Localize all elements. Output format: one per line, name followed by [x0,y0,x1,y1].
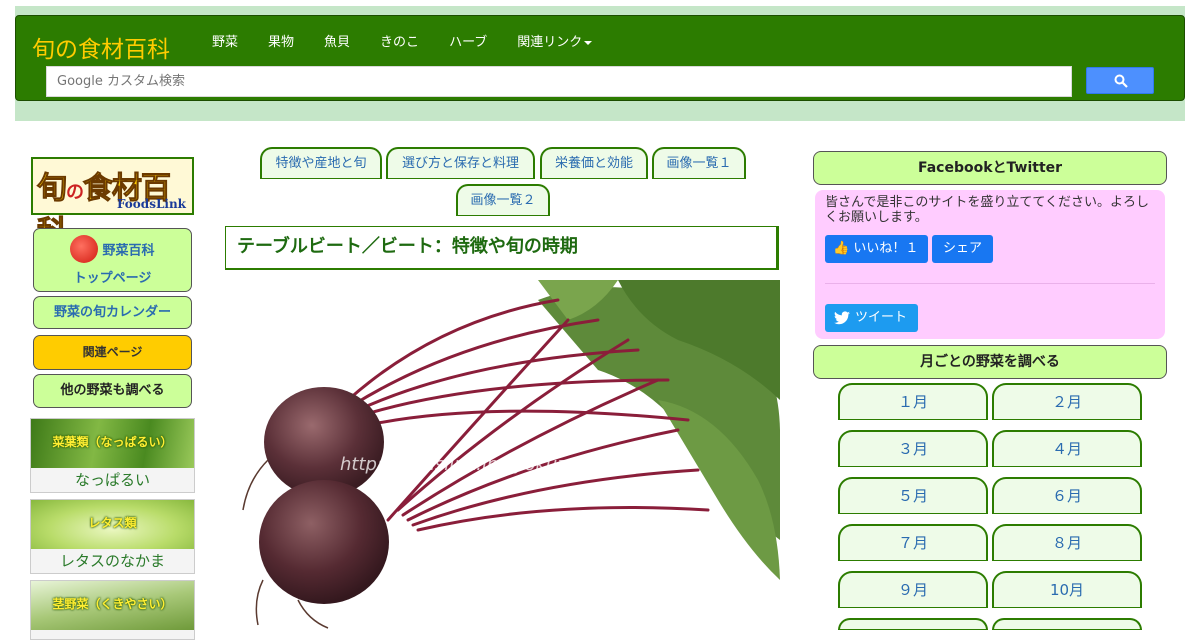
tab-features[interactable]: 特徴や産地と旬 [260,147,382,179]
logo-sub: FoodsLink [116,197,186,211]
month-button-8[interactable]: ８月 [992,524,1142,561]
tab-selection-storage[interactable]: 選び方と保存と料理 [386,147,535,179]
category-tag: 茎野菜（くきやさい） [52,597,173,611]
month-button-6[interactable]: ６月 [992,477,1142,514]
vegetable-top-button[interactable]: 野菜百科 トップページ [33,228,192,292]
month-button-1[interactable]: １月 [838,383,988,420]
category-caption: レタスのなかま [59,552,165,570]
search-icon [1114,74,1128,88]
menu-item-seafood[interactable]: 魚貝 [324,32,350,54]
category-image: レタス類 [31,500,194,549]
beet-photo: http://foodslink.jp/syokuzaihyakka/ [238,280,780,630]
related-pages-button[interactable]: 関連ページ [33,335,192,370]
home-line2: トップページ [73,271,152,286]
page-title: テーブルビート／ビート：特徴や旬の時期 [225,226,779,270]
calendar-button[interactable]: 野菜の旬カレンダー [33,296,192,329]
menu-item-mushrooms[interactable]: きのこ [380,32,419,54]
related-links-label: 関連リンク [517,35,583,50]
category-caption: なっぱるい [74,471,150,489]
divider [825,283,1155,284]
category-stem[interactable]: 茎野菜（くきやさい） [30,580,195,640]
menu-item-vegetables[interactable]: 野菜 [212,32,238,54]
month-button-11[interactable] [838,618,988,630]
like-label: いいね！１ [853,241,919,256]
month-button-2[interactable]: ２月 [992,383,1142,420]
social-box: 皆さんで是非このサイトを盛り立ててください。よろしくお願いします。 👍 いいね！… [815,190,1165,339]
category-tag: レタス類 [88,516,137,530]
month-button-3[interactable]: ３月 [838,430,988,467]
menu-item-related-links[interactable]: 関連リンク [517,32,593,54]
search-button[interactable] [1086,67,1154,94]
search-input[interactable] [47,67,1071,96]
social-header: FacebookとTwitter [813,151,1167,185]
category-leafy[interactable]: 菜葉類（なっぱるい） なっぱるい [30,418,195,493]
site-brand[interactable]: 旬の食材百科 [32,30,170,64]
month-button-9[interactable]: ９月 [838,571,988,608]
category-image: 茎野菜（くきやさい） [31,581,194,630]
month-button-12[interactable] [992,618,1142,630]
tomato-icon [70,235,99,263]
site-logo[interactable]: 旬の食材百科 FoodsLink [31,157,194,251]
other-vegetables-button[interactable]: 他の野菜も調べる [33,374,192,408]
tweet-label: ツイート [855,310,908,325]
month-button-5[interactable]: ５月 [838,477,988,514]
tab-gallery-1[interactable]: 画像一覧１ [652,147,746,179]
beet-image: http://foodslink.jp/syokuzaihyakka/ [242,280,780,629]
thumbs-up-icon: 👍 [833,241,850,256]
month-button-10[interactable]: 10月 [992,571,1142,608]
category-image: 菜葉類（なっぱるい） [31,419,194,468]
tab-nutrition[interactable]: 栄養価と効能 [540,147,648,179]
facebook-like-button[interactable]: 👍 いいね！１ [825,235,928,263]
month-header: 月ごとの野菜を調べる [813,345,1167,379]
category-tag: 菜葉類（なっぱるい） [52,435,173,449]
tweet-button[interactable]: ツイート [825,304,918,332]
photo-watermark: http://foodslink.jp/syokuzaihyakka/ [340,454,656,475]
main-menu: 野菜 果物 魚貝 きのこ ハーブ 関連リンク [212,32,622,54]
menu-item-fruits[interactable]: 果物 [268,32,294,54]
social-message: 皆さんで是非このサイトを盛り立ててください。よろしくお願いします。 [825,195,1149,225]
tab-gallery-2[interactable]: 画像一覧２ [456,184,550,216]
twitter-bird-icon [834,311,850,325]
month-button-7[interactable]: ７月 [838,524,988,561]
navbar: 旬の食材百科 野菜 果物 魚貝 きのこ ハーブ 関連リンク [15,15,1185,101]
caret-down-icon [584,40,593,45]
home-line1: 野菜百科 [102,243,155,259]
facebook-share-button[interactable]: シェア [932,235,993,263]
search-box [46,66,1072,97]
menu-item-herbs[interactable]: ハーブ [449,32,487,54]
category-lettuce[interactable]: レタス類 レタスのなかま [30,499,195,574]
month-button-4[interactable]: ４月 [992,430,1142,467]
